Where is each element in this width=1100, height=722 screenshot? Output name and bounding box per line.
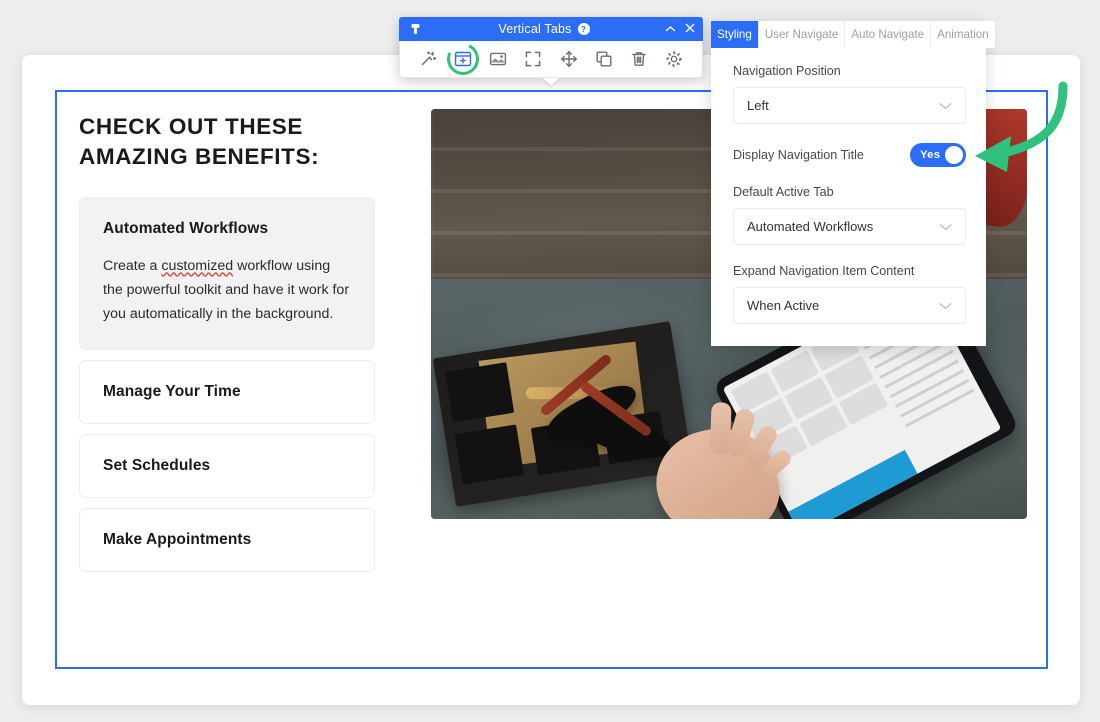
tab-item-make-appointments[interactable]: Make Appointments (79, 507, 375, 572)
select-navigation-position[interactable]: Left (733, 87, 966, 124)
tab-item-set-schedules[interactable]: Set Schedules (79, 433, 375, 498)
label-navigation-position: Navigation Position (733, 64, 841, 78)
tab-item-title: Manage Your Time (103, 382, 241, 400)
module-add-icon[interactable] (442, 38, 484, 80)
select-default-active-tab[interactable]: Automated Workflows (733, 208, 966, 245)
settings-fields: Navigation Position Left Display Navigat… (711, 48, 986, 346)
tab-user-navigate[interactable]: User Navigate (758, 21, 846, 48)
pin-icon[interactable] (407, 23, 423, 35)
toggle-value-label: Yes (920, 149, 941, 161)
select-expand-navigation-item-content[interactable]: When Active (733, 287, 966, 324)
page-title: CHECK OUT THESE AMAZING BENEFITS: (79, 112, 375, 171)
chevron-down-icon (939, 302, 952, 310)
tab-item-body: Create a customized workflow using the p… (103, 255, 352, 327)
module-toolbar-titlebar: Vertical Tabs ? (399, 17, 703, 41)
select-default-active-tab-value: Automated Workflows (747, 219, 874, 234)
tab-item-manage-your-time[interactable]: Manage Your Time (79, 359, 375, 424)
image-icon[interactable] (485, 46, 511, 72)
tab-item-title: Set Schedules (103, 456, 211, 474)
fullscreen-icon[interactable] (520, 46, 546, 72)
headline-line-2: AMAZING BENEFITS: (79, 143, 320, 169)
gear-icon[interactable] (661, 46, 687, 72)
settings-tab-bar: Styling User Navigate Auto Navigate Anim… (711, 21, 995, 48)
tab-item-automated-workflows[interactable]: Automated Workflows Create a customized … (79, 197, 375, 350)
toggle-display-navigation-title[interactable]: Yes (910, 143, 966, 167)
photo-tray-slot (444, 361, 515, 422)
toggle-knob (945, 146, 963, 164)
body-text-before: Create a (103, 258, 162, 275)
duplicate-icon[interactable] (591, 46, 617, 72)
magic-wand-icon[interactable] (415, 46, 441, 72)
help-icon[interactable]: ? (577, 23, 590, 35)
module-toolbar-icons (399, 38, 703, 80)
tab-item-title: Make Appointments (103, 530, 252, 548)
trash-icon[interactable] (626, 46, 652, 72)
close-icon[interactable] (685, 22, 695, 36)
label-display-navigation-title: Display Navigation Title (733, 148, 864, 162)
module-toolbar-title-text: Vertical Tabs ? (423, 22, 665, 36)
chevron-down-icon (939, 102, 952, 110)
photo-tray-slot (454, 424, 524, 485)
tab-animation[interactable]: Animation (931, 21, 995, 48)
tab-item-title: Automated Workflows (103, 220, 269, 238)
toolbar-pointer-notch (543, 78, 559, 86)
select-navigation-position-value: Left (747, 98, 769, 113)
chevron-down-icon (939, 223, 952, 231)
misspelled-word: customized (161, 258, 234, 275)
label-default-active-tab: Default Active Tab (733, 185, 834, 199)
move-icon[interactable] (556, 46, 582, 72)
row-display-navigation-title: Display Navigation Title Yes (733, 143, 966, 167)
select-expand-navigation-item-content-value: When Active (747, 298, 820, 313)
module-settings-panel[interactable]: Styling User Navigate Auto Navigate Anim… (711, 21, 995, 346)
headline-line-1: CHECK OUT THESE (79, 114, 304, 139)
screenshot-stage: CHECK OUT THESE AMAZING BENEFITS: Automa… (0, 0, 1100, 722)
module-left-column: CHECK OUT THESE AMAZING BENEFITS: Automa… (57, 92, 397, 667)
highlight-ring (442, 38, 484, 80)
module-toolbar[interactable]: Vertical Tabs ? (399, 17, 703, 86)
label-expand-navigation-item-content: Expand Navigation Item Content (733, 264, 915, 278)
tab-auto-navigate[interactable]: Auto Navigate (845, 21, 932, 48)
tab-styling[interactable]: Styling (711, 21, 759, 48)
chevron-up-icon[interactable] (665, 22, 676, 36)
